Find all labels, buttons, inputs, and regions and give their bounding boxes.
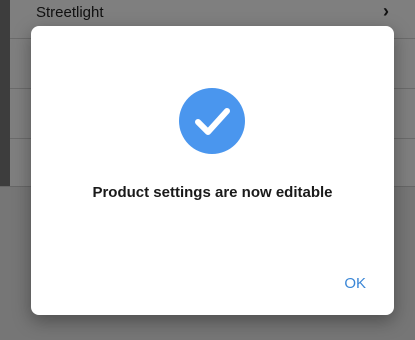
check-circle-icon [179, 88, 245, 154]
ok-button[interactable]: OK [338, 271, 372, 296]
success-dialog: Product settings are now editable OK [31, 26, 394, 315]
checkmark-icon [195, 108, 230, 135]
dialog-message: Product settings are now editable [92, 184, 333, 201]
